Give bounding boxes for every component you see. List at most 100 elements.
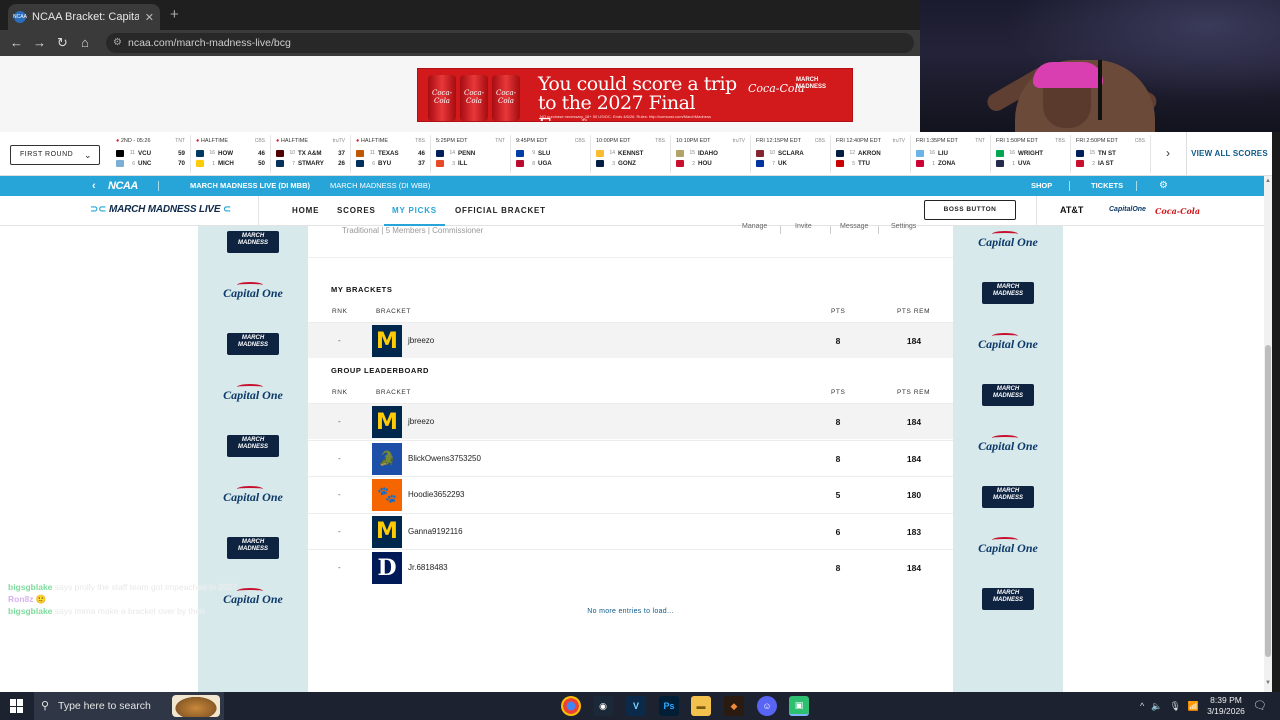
game-launcher-icon[interactable]: ◆ [724,696,744,716]
settings-gear-icon[interactable]: ⚙ [1159,176,1168,196]
capital-one-ad[interactable]: Capital One [953,226,1063,262]
search-highlight-image[interactable] [172,695,220,717]
capital-one-ad[interactable]: Capital One [953,528,1063,568]
capital-one-ad[interactable]: Capital One [198,273,308,313]
team-name: HOW [218,149,234,157]
march-madness-ad[interactable]: MARCH MADNESS [198,528,308,568]
message-link[interactable]: Message [840,223,868,230]
nav-home[interactable]: HOME [292,196,319,226]
forward-icon[interactable]: → [33,35,46,51]
game-score-card[interactable]: 9:45PM EDT CBS 9 SLU 8 UGA [511,135,591,173]
team-logo-icon: 🐾 [372,479,402,511]
tickets-link[interactable]: TICKETS [1091,176,1123,196]
windows-start-icon[interactable] [10,699,24,713]
att-logo[interactable]: AT&T [1060,205,1083,215]
game-score-card[interactable]: 10:10PM EDT truTV 15 IDAHO 2 HOU [671,135,751,173]
taskbar-search-box[interactable]: ⚲ Type here to search [34,692,224,720]
march-madness-ad[interactable]: MARCH MADNESS [953,375,1063,415]
nav-my-picks[interactable]: MY PICKS [384,196,445,226]
new-tab-icon[interactable]: + [170,6,179,23]
volume-icon[interactable]: 🔈 [1151,701,1162,712]
game-score-card[interactable]: FRI 1:50PM EDT TBS 16 WRIGHT 1 UVA [991,135,1071,173]
bracket-name[interactable]: jbreezo [408,323,434,359]
scroll-down-icon[interactable]: ▼ [1265,680,1271,686]
taskbar-clock[interactable]: 8:39 PM 3/19/2026 [1200,695,1252,717]
invite-link[interactable]: Invite [795,223,812,230]
bracket-row[interactable]: - Mjbreezo 8 184 [308,322,953,358]
game-score-card[interactable]: ● HALFTIME TBS 11 TEXAS 46 6 BYU 37 [351,135,431,173]
manage-link[interactable]: Manage [742,223,767,230]
game-score-card[interactable]: FRI 1:35PM EDT TNT 16 LIU 1 ZONA [911,135,991,173]
bracket-row[interactable]: - D Jr.6818483 8 184 [308,549,953,585]
game-score-card[interactable]: ● 2ND - 05:26 TNT 11 VCU 59 6 UNC 70 [111,135,191,173]
chevron-up-icon[interactable]: ^ [1140,701,1144,711]
nav-official-bracket[interactable]: OFFICIAL BRACKET [455,196,546,226]
march-madness-ad[interactable]: MARCH MADNESS [953,477,1063,517]
mm-wbb-link[interactable]: MARCH MADNESS (DI WBB) [330,176,430,196]
scroll-up-icon[interactable]: ▲ [1265,178,1271,184]
team-row: 6 UNC 70 [116,159,185,170]
march-madness-ad[interactable]: MARCH MADNESS [198,324,308,364]
coca-cola-ad-banner[interactable]: Coca-Cola Coca-Cola Coca-Cola You could … [417,68,853,122]
left-ad-rail[interactable]: MARCH MADNESS Capital One MARCH MADNESS Cap… [198,226,308,692]
capital-one-ad[interactable]: Capital One [198,477,308,517]
capital-one-ad[interactable]: Capital One [953,324,1063,364]
vegas-icon[interactable]: V [626,696,646,716]
march-madness-ad[interactable]: MARCH MADNESS [198,426,308,466]
march-madness-ad[interactable]: MARCH MADNESS [953,579,1063,619]
close-tab-icon[interactable]: ✕ [145,11,154,24]
nav-scores[interactable]: SCORES [337,196,376,226]
steam-icon[interactable]: ◉ [593,696,613,716]
round-dropdown[interactable]: FIRST ROUND ⌄ [10,145,100,165]
shop-link[interactable]: SHOP [1031,176,1052,196]
bracket-row[interactable]: - Mjbreezo 8 184 [308,403,953,439]
boss-button[interactable]: BOSS BUTTON [924,200,1016,220]
game-score-card[interactable]: ● HALFTIME truTV 10 TX A&M 37 7 STMARY 26 [271,135,351,173]
game-score-card[interactable]: FRI 12:15PM EDT CBS 10 SCLARA 7 UK [751,135,831,173]
scrollbar-thumb[interactable] [1265,345,1271,657]
home-icon[interactable]: ⌂ [81,35,89,51]
capital-one-logo[interactable]: CapitalOne [1109,206,1146,213]
team-logo-icon [516,160,524,168]
browser-tab[interactable]: NCAA NCAA Bracket: Capital One Ma ✕ [8,4,160,30]
microphone-icon[interactable]: 🎙 [1169,701,1180,712]
settings-link[interactable]: Settings [891,223,916,230]
bracket-name[interactable]: BlickOwens3753250 [408,441,481,477]
bracket-row[interactable]: - M Ganna9192116 6 183 [308,512,953,550]
file-explorer-icon[interactable]: ▬ [691,696,711,716]
view-all-scores-link[interactable]: VIEW ALL SCORES [1186,132,1272,176]
discord-icon[interactable]: ☺ [757,696,777,716]
capital-one-ad[interactable]: Capital One [953,426,1063,466]
photoshop-icon[interactable]: Ps [659,696,679,716]
game-score-card[interactable]: FRI 12:40PM EDT truTV 12 AKRON 5 TTU [831,135,911,173]
march-madness-ad[interactable]: MARCH MADNESS [198,226,308,262]
site-info-icon[interactable]: ⚙ [113,33,122,53]
bracket-name[interactable]: Ganna9192116 [408,514,463,550]
right-ad-rail[interactable]: Capital One MARCH MADNESS Capital One MARCH… [953,226,1063,692]
capital-one-ad[interactable]: Capital One [198,375,308,415]
back-icon[interactable]: ← [10,35,23,51]
bracket-name[interactable]: Jr.6818483 [408,550,448,586]
bracket-row[interactable]: - 🐊 BlickOwens3753250 8 184 [308,439,953,477]
coca-cola-logo[interactable]: Coca-Cola [1155,206,1200,216]
bracket-name[interactable]: Hoodie3652293 [408,477,465,513]
game-score-card[interactable]: FRI 2:50PM EDT CBS 15 TN ST 2 IA ST [1071,135,1151,173]
chevron-right-icon[interactable]: › [1166,146,1170,160]
march-madness-live-logo[interactable]: ⊃⊂ MARCH MADNESS LIVE ⊂ [90,204,231,215]
game-score-card[interactable]: 5:25PM EDT TNT 14 PENN 3 ILL [431,135,511,173]
notifications-icon[interactable]: 🗨 [1253,699,1267,712]
scores-ticker: FIRST ROUND ⌄ ● 2ND - 05:26 TNT 11 VCU 59 6 UN… [0,132,1272,176]
mml-mbb-link[interactable]: MARCH MADNESS LIVE (DI MBB) [190,176,310,196]
march-madness-ad[interactable]: MARCH MADNESS [953,273,1063,313]
ncaa-logo[interactable]: NCAA [108,176,138,196]
url-field[interactable]: ⚙ ncaa.com/march-madness-live/bcg [106,33,914,53]
game-score-card[interactable]: 10:00PM EDT TBS 14 KENNST 3 GONZ [591,135,671,173]
network-icon[interactable]: 📶 [1188,701,1199,712]
chrome-icon[interactable] [561,696,581,716]
reload-icon[interactable]: ↻ [57,35,68,51]
game-score-card[interactable]: ● HALFTIME CBS 16 HOW 46 1 MICH 50 [191,135,271,173]
active-app-icon[interactable]: ▣ [789,696,809,716]
bracket-name[interactable]: jbreezo [408,404,434,440]
chevron-left-icon[interactable]: ‹ [92,176,96,196]
bracket-row[interactable]: - 🐾 Hoodie3652293 5 180 [308,476,953,512]
